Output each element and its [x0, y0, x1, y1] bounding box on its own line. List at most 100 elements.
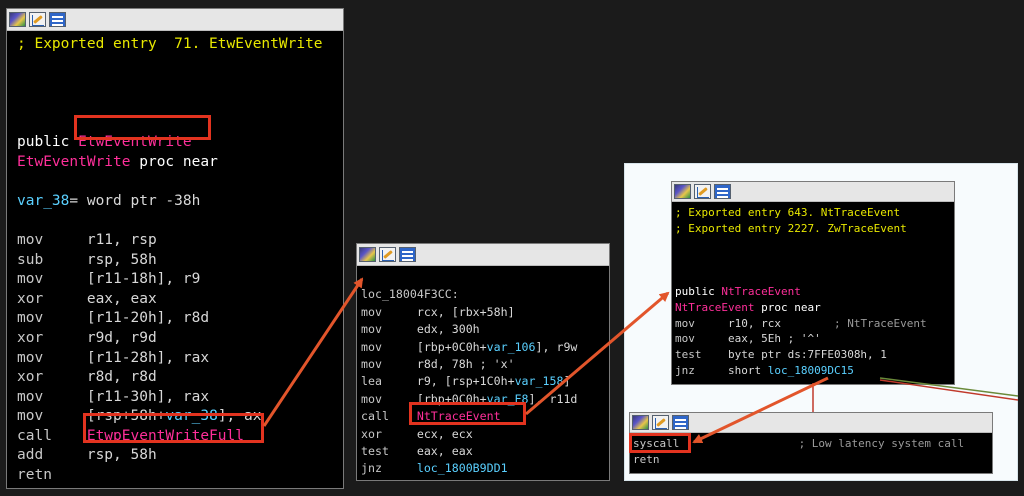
code-line[interactable] [17, 94, 343, 114]
disasm-listing: ; Exported entry 643. NtTraceEvent ; Expo… [672, 202, 954, 379]
code-line[interactable]: mov eax, 5Eh ; '^' [675, 331, 954, 347]
code-token: = word ptr -38h [69, 192, 201, 209]
code-token: mov [361, 356, 417, 371]
list-icon[interactable] [714, 184, 731, 199]
code-line[interactable]: NtTraceEvent proc near [675, 300, 954, 316]
graph-icon[interactable] [632, 415, 649, 430]
block-titlebar [630, 413, 992, 433]
symbol-name[interactable]: loc_1800B9DD1 [417, 461, 508, 475]
code-token: ] [563, 374, 571, 389]
code-line[interactable]: xor eax, eax [17, 290, 343, 310]
code-token: proc near [754, 300, 821, 314]
code-line[interactable]: add rsp, 58h [17, 446, 343, 466]
graph-icon[interactable] [359, 247, 376, 262]
code-line[interactable]: mov rcx, [rbx+58h] [361, 304, 609, 321]
code-token: ], r11d [528, 391, 578, 406]
code-line[interactable]: public NtTraceEvent [675, 284, 954, 300]
graph-icon[interactable] [674, 184, 691, 199]
function-name[interactable]: EtwEventWrite [17, 154, 131, 170]
comment: ; Exported entry 71. EtwEventWrite [17, 36, 323, 52]
code-token: rsp, 58h [86, 447, 157, 464]
code-line[interactable]: var_38= word ptr -38h [17, 192, 343, 212]
code-line[interactable]: test byte ptr ds:7FFE0308h, 1 [675, 347, 954, 363]
disasm-block-nttraceevent[interactable]: ; Exported entry 643. NtTraceEvent ; Expo… [671, 181, 955, 385]
code-token: rcx, [rbx+58h] [416, 304, 515, 319]
code-token: mov [361, 339, 417, 354]
code-line[interactable]: jnz short loc_18009DC15 [675, 363, 954, 379]
function-name[interactable]: NtTraceEvent [721, 285, 800, 298]
code-line[interactable]: lea r9, [rsp+1C0h+var_158] [361, 373, 609, 390]
symbol-name[interactable]: loc_18009DC15 [768, 364, 854, 377]
code-line[interactable]: xor r8d, r8d [17, 368, 343, 388]
code-line[interactable]: sub rsp, 58h [17, 251, 343, 271]
symbol-name[interactable]: var_38 [17, 193, 69, 209]
code-token: mov [17, 310, 87, 327]
code-token: r10, rcx [727, 316, 834, 330]
code-line[interactable] [675, 252, 954, 268]
code-token: ecx, ecx [416, 426, 473, 441]
code-line[interactable]: mov r8d, 78h ; 'x' [361, 356, 609, 373]
code-line[interactable]: xor ecx, ecx [361, 426, 609, 443]
code-line[interactable] [17, 55, 343, 75]
code-token: rsp, 58h [86, 251, 157, 268]
code-line[interactable]: mov r11, rsp [17, 231, 343, 251]
code-token: [rbp+0C0h+ [416, 339, 487, 354]
list-icon[interactable] [672, 415, 689, 430]
code-token: [r11-30h], rax [86, 388, 210, 405]
list-icon[interactable] [399, 247, 416, 262]
code-line[interactable]: ; Exported entry 71. EtwEventWrite [17, 35, 343, 55]
edit-icon[interactable] [379, 247, 396, 262]
code-line[interactable] [675, 237, 954, 253]
code-token: proc near [130, 153, 218, 170]
highlight-call-nttraceevent [409, 402, 526, 425]
code-token: byte ptr ds:7FFE0308h, 1 [727, 348, 887, 362]
code-line[interactable]: ; Exported entry 643. NtTraceEvent [675, 205, 954, 221]
code-token: xor [17, 369, 87, 386]
code-line[interactable]: retn [17, 466, 343, 486]
code-line[interactable]: jnz loc_1800B9DD1 [361, 460, 609, 477]
code-line[interactable]: test eax, eax [361, 443, 609, 460]
code-line[interactable]: mov [r11-28h], rax [17, 349, 343, 369]
edit-icon[interactable] [694, 184, 711, 199]
code-token: public [17, 133, 79, 150]
code-line[interactable]: ; Exported entry 2227. ZwTraceEvent [675, 221, 954, 237]
code-line[interactable]: mov [r11-18h], r9 [17, 270, 343, 290]
code-token: mov [17, 408, 87, 425]
code-line[interactable]: mov [rbp+0C0h+var_106], r9w [361, 339, 609, 356]
comment: ; Exported entry 643. NtTraceEvent [675, 206, 901, 219]
disasm-block-loc-18004f3cc[interactable]: loc_18004F3CC: mov rcx, [rbx+58h] mov edx,… [356, 243, 610, 481]
code-token: mov [17, 388, 87, 405]
code-line[interactable] [17, 211, 343, 231]
function-name[interactable]: NtTraceEvent [675, 301, 754, 314]
graph-icon[interactable] [9, 12, 26, 27]
code-line[interactable]: loc_18004F3CC: [361, 286, 609, 303]
block-titlebar [672, 182, 954, 202]
code-token: loc_18004F3CC: [361, 287, 459, 302]
code-line[interactable]: mov [r11-20h], r8d [17, 309, 343, 329]
code-line[interactable]: xor r9d, r9d [17, 329, 343, 349]
code-line[interactable] [675, 268, 954, 284]
symbol-name[interactable]: var_106 [487, 340, 536, 354]
symbol-name[interactable]: var_158 [515, 374, 564, 388]
code-line[interactable] [17, 74, 343, 94]
code-line[interactable]: mov r10, rcx ; NtTraceEvent [675, 316, 954, 332]
code-line[interactable]: mov edx, 300h [361, 321, 609, 338]
code-line[interactable] [361, 269, 609, 286]
code-token: mov [17, 231, 87, 248]
list-icon[interactable] [49, 12, 66, 27]
highlight-etweventwrite-name [74, 115, 211, 140]
code-line[interactable] [17, 172, 343, 192]
edit-icon[interactable] [652, 415, 669, 430]
code-line[interactable]: retn [633, 452, 992, 468]
code-token: retn [633, 453, 660, 466]
code-token: jnz [675, 363, 728, 377]
code-token: eax, eax [416, 443, 473, 458]
code-line[interactable]: mov [r11-30h], rax [17, 388, 343, 408]
code-token: mov [17, 271, 87, 288]
edit-icon[interactable] [29, 12, 46, 27]
code-line[interactable]: EtwEventWrite proc near [17, 153, 343, 173]
code-token: xor [17, 290, 87, 307]
code-token: lea [361, 374, 417, 389]
code-token: mov [17, 349, 87, 366]
block-titlebar [357, 244, 609, 266]
